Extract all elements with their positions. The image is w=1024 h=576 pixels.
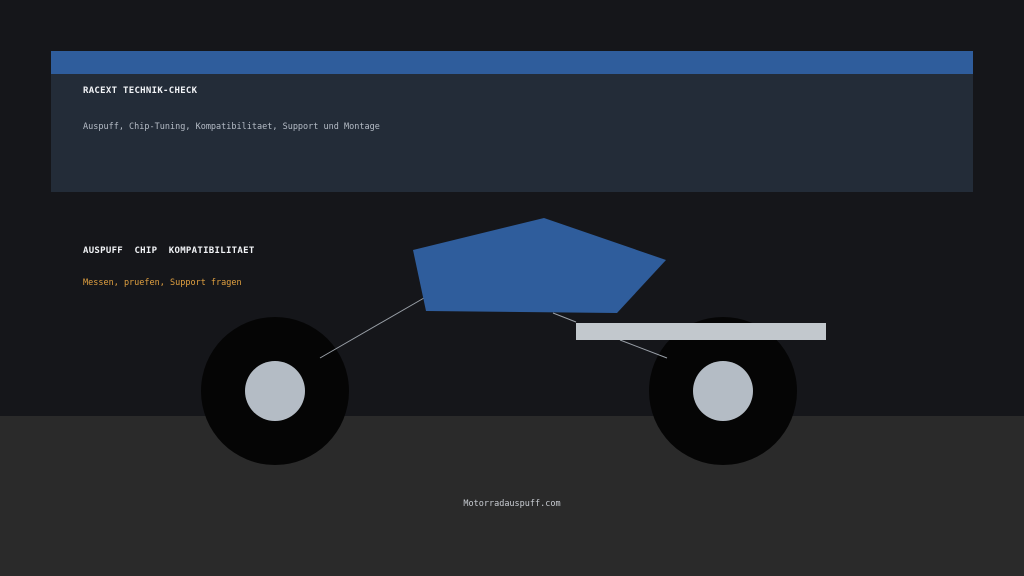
front-strut-line-1 xyxy=(552,312,577,323)
rear-strut-line xyxy=(319,297,425,359)
footer-domain: Motorradauspuff.com xyxy=(463,499,561,509)
motorcycle-illustration xyxy=(201,218,826,465)
exhaust-pipe-icon xyxy=(576,323,826,340)
stage: RACEXT TECHNIK-CHECK Auspuff, Chip-Tunin… xyxy=(0,0,1024,576)
front-strut-line-2 xyxy=(619,339,668,359)
rear-wheel-icon xyxy=(201,317,349,465)
body-panel-icon xyxy=(413,218,666,313)
